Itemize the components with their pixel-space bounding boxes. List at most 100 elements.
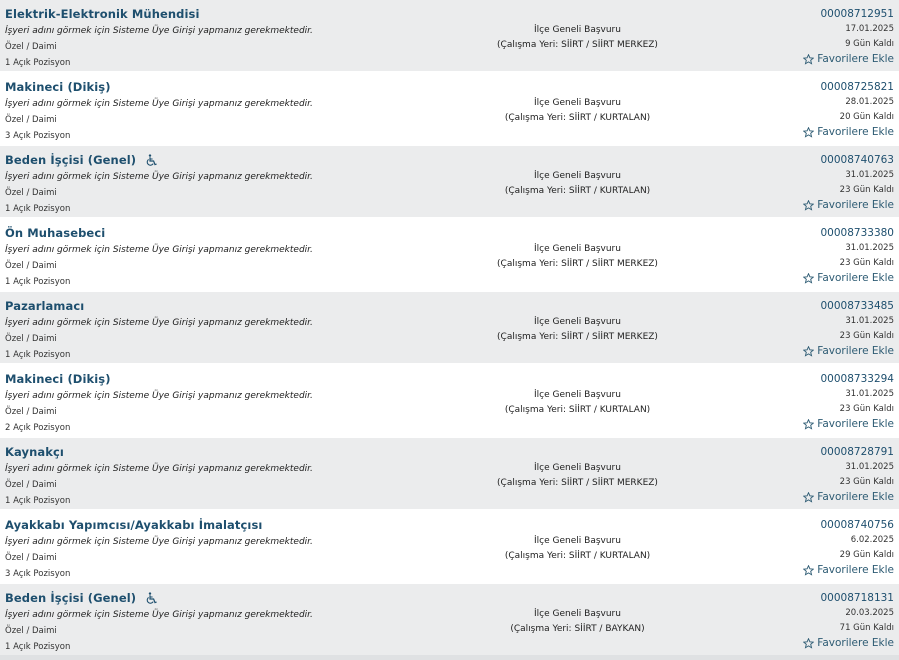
employment-type: Özel / Daimi bbox=[5, 42, 57, 52]
listing-date: 17.01.2025 bbox=[845, 24, 894, 34]
listing-number[interactable]: 00008733485 bbox=[821, 300, 895, 313]
star-outline-icon bbox=[803, 637, 815, 649]
work-location: (Çalışma Yeri: SİİRT / SİİRT MERKEZ) bbox=[497, 478, 658, 488]
employer-login-note: İşyeri adını görmek için Sisteme Üye Gir… bbox=[5, 172, 313, 182]
job-title: Kaynakçı bbox=[5, 445, 64, 459]
application-scope: İlçe Geneli Başvuru (Çalışma Yeri: SİİRT… bbox=[430, 243, 725, 270]
add-to-favorites-button[interactable]: Favorilere Ekle bbox=[803, 53, 894, 65]
employment-type: Özel / Daimi bbox=[5, 334, 57, 344]
employer-login-note: İşyeri adını görmek için Sisteme Üye Gir… bbox=[5, 464, 313, 474]
wheelchair-icon bbox=[145, 591, 158, 605]
listing-number[interactable]: 00008728791 bbox=[821, 446, 895, 459]
employment-type: Özel / Daimi bbox=[5, 115, 57, 125]
listing-meta: 00008733294 31.01.2025 23 Gün Kaldı bbox=[821, 373, 895, 415]
job-row: Elektrik-Elektronik Mühendisi İşyeri adı… bbox=[0, 0, 899, 73]
favorites-label: Favorilere Ekle bbox=[817, 126, 894, 138]
star-outline-icon bbox=[803, 126, 815, 138]
star-outline-icon bbox=[803, 564, 815, 576]
wheelchair-icon bbox=[145, 153, 158, 167]
add-to-favorites-button[interactable]: Favorilere Ekle bbox=[803, 272, 894, 284]
job-title-link[interactable]: Kaynakçı bbox=[5, 445, 64, 459]
favorites-label: Favorilere Ekle bbox=[817, 418, 894, 430]
work-location: (Çalışma Yeri: SİİRT / KURTALAN) bbox=[504, 186, 651, 196]
employer-login-note: İşyeri adını görmek için Sisteme Üye Gir… bbox=[5, 99, 313, 109]
job-title-link[interactable]: Pazarlamacı bbox=[5, 299, 84, 313]
job-title-link[interactable]: Ayakkabı Yapımcısı/Ayakkabı İmalatçısı bbox=[5, 518, 262, 532]
days-left: 23 Gün Kaldı bbox=[839, 331, 894, 341]
listing-meta: 00008733485 31.01.2025 23 Gün Kaldı bbox=[821, 300, 895, 342]
employment-type: Özel / Daimi bbox=[5, 626, 57, 636]
add-to-favorites-button[interactable]: Favorilere Ekle bbox=[803, 637, 894, 649]
listing-meta: 00008725821 28.01.2025 20 Gün Kaldı bbox=[821, 81, 895, 123]
add-to-favorites-button[interactable]: Favorilere Ekle bbox=[803, 199, 894, 211]
job-row: Beden İşçisi (Genel) İşyeri adını görmek… bbox=[0, 146, 899, 219]
listing-date: 31.01.2025 bbox=[845, 316, 894, 326]
job-title: Makineci (Dikiş) bbox=[5, 80, 111, 94]
work-location: (Çalışma Yeri: SİİRT / KURTALAN) bbox=[504, 113, 651, 123]
open-positions: 1 Açık Pozisyon bbox=[5, 277, 71, 287]
star-outline-icon bbox=[803, 345, 815, 357]
work-location: (Çalışma Yeri: SİİRT / BAYKAN) bbox=[510, 624, 645, 634]
open-positions: 1 Açık Pozisyon bbox=[5, 496, 71, 506]
work-location: (Çalışma Yeri: SİİRT / SİİRT MERKEZ) bbox=[497, 259, 658, 269]
listing-meta: 00008712951 17.01.2025 9 Gün Kaldı bbox=[821, 8, 895, 50]
employer-login-note: İşyeri adını görmek için Sisteme Üye Gir… bbox=[5, 610, 313, 620]
add-to-favorites-button[interactable]: Favorilere Ekle bbox=[803, 345, 894, 357]
apply-scope: İlçe Geneli Başvuru bbox=[534, 609, 621, 619]
days-left: 29 Gün Kaldı bbox=[839, 550, 894, 560]
listing-number[interactable]: 00008740763 bbox=[821, 154, 895, 167]
job-title-link[interactable]: Elektrik-Elektronik Mühendisi bbox=[5, 7, 200, 21]
listing-date: 31.01.2025 bbox=[845, 243, 894, 253]
apply-scope: İlçe Geneli Başvuru bbox=[534, 317, 621, 327]
add-to-favorites-button[interactable]: Favorilere Ekle bbox=[803, 126, 894, 138]
employer-login-note: İşyeri adını görmek için Sisteme Üye Gir… bbox=[5, 391, 313, 401]
job-title-link[interactable]: Makineci (Dikiş) bbox=[5, 372, 111, 386]
add-to-favorites-button[interactable]: Favorilere Ekle bbox=[803, 491, 894, 503]
job-row: Pazarlamacı İşyeri adını görmek için Sis… bbox=[0, 292, 899, 365]
favorites-label: Favorilere Ekle bbox=[817, 53, 894, 65]
listing-meta: 00008740763 31.01.2025 23 Gün Kaldı bbox=[821, 154, 895, 196]
application-scope: İlçe Geneli Başvuru (Çalışma Yeri: SİİRT… bbox=[430, 170, 725, 197]
job-title: Ayakkabı Yapımcısı/Ayakkabı İmalatçısı bbox=[5, 518, 263, 532]
listing-meta: 00008728791 31.01.2025 23 Gün Kaldı bbox=[821, 446, 895, 488]
job-row: Makineci (Dikiş) İşyeri adını görmek içi… bbox=[0, 365, 899, 438]
employment-type: Özel / Daimi bbox=[5, 480, 57, 490]
listing-date: 28.01.2025 bbox=[845, 97, 894, 107]
job-row: Ayakkabı Yapımcısı/Ayakkabı İmalatçısı İ… bbox=[0, 511, 899, 584]
listing-number[interactable]: 00008718131 bbox=[821, 592, 895, 605]
listing-date: 31.01.2025 bbox=[845, 462, 894, 472]
job-row: Kaynakçı İşyeri adını görmek için Sistem… bbox=[0, 438, 899, 511]
job-title-link[interactable]: Ön Muhasebeci bbox=[5, 226, 105, 240]
job-title: Beden İşçisi (Genel) bbox=[5, 591, 137, 605]
open-positions: 3 Açık Pozisyon bbox=[5, 569, 71, 579]
listing-number[interactable]: 00008733294 bbox=[821, 373, 895, 386]
open-positions: 1 Açık Pozisyon bbox=[5, 350, 71, 360]
job-title-link[interactable]: Beden İşçisi (Genel) bbox=[5, 591, 158, 605]
employment-type: Özel / Daimi bbox=[5, 188, 57, 198]
star-outline-icon bbox=[803, 199, 815, 211]
job-row: Beden İşçisi (Genel) İşyeri adını görmek… bbox=[0, 584, 899, 657]
listing-number[interactable]: 00008725821 bbox=[821, 81, 895, 94]
job-listing: Elektrik-Elektronik Mühendisi İşyeri adı… bbox=[0, 0, 899, 657]
apply-scope: İlçe Geneli Başvuru bbox=[534, 463, 621, 473]
star-outline-icon bbox=[803, 53, 815, 65]
favorites-label: Favorilere Ekle bbox=[817, 199, 894, 211]
days-left: 23 Gün Kaldı bbox=[839, 185, 894, 195]
application-scope: İlçe Geneli Başvuru (Çalışma Yeri: SİİRT… bbox=[430, 462, 725, 489]
listing-number[interactable]: 00008740756 bbox=[821, 519, 895, 532]
application-scope: İlçe Geneli Başvuru (Çalışma Yeri: SİİRT… bbox=[430, 608, 725, 635]
job-title-link[interactable]: Makineci (Dikiş) bbox=[5, 80, 111, 94]
listing-number[interactable]: 00008712951 bbox=[821, 8, 895, 21]
job-title: Makineci (Dikiş) bbox=[5, 372, 111, 386]
add-to-favorites-button[interactable]: Favorilere Ekle bbox=[803, 418, 894, 430]
employer-login-note: İşyeri adını görmek için Sisteme Üye Gir… bbox=[5, 537, 313, 547]
job-row: Makineci (Dikiş) İşyeri adını görmek içi… bbox=[0, 73, 899, 146]
listing-number[interactable]: 00008733380 bbox=[821, 227, 895, 240]
job-title: Ön Muhasebeci bbox=[5, 226, 106, 240]
application-scope: İlçe Geneli Başvuru (Çalışma Yeri: SİİRT… bbox=[430, 535, 725, 562]
job-title-link[interactable]: Beden İşçisi (Genel) bbox=[5, 153, 158, 167]
apply-scope: İlçe Geneli Başvuru bbox=[534, 98, 621, 108]
star-outline-icon bbox=[803, 418, 815, 430]
work-location: (Çalışma Yeri: SİİRT / SİİRT MERKEZ) bbox=[497, 40, 658, 50]
add-to-favorites-button[interactable]: Favorilere Ekle bbox=[803, 564, 894, 576]
